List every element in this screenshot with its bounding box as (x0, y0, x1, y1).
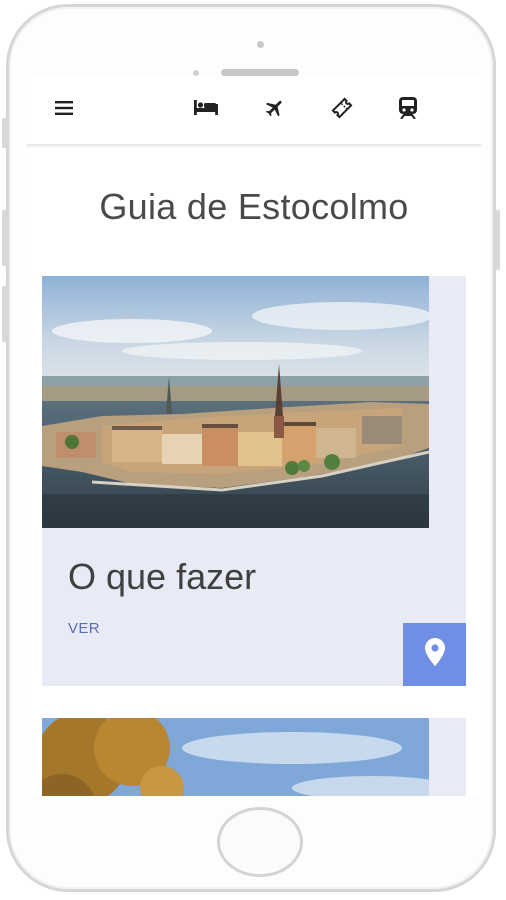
train-icon[interactable] (394, 94, 422, 122)
location-pin-icon (424, 638, 445, 671)
phone-side-button (2, 118, 7, 148)
phone-volume-down (2, 286, 7, 342)
phone-volume-up (2, 210, 7, 266)
app-screen: Guia de Estocolmo O que fazer VER (26, 76, 482, 796)
home-button[interactable] (217, 807, 303, 877)
card-o-que-fazer[interactable]: O que fazer VER (42, 276, 466, 686)
hamburger-menu-icon[interactable] (50, 94, 78, 122)
earpiece-speaker (221, 69, 299, 76)
card-title: O que fazer (68, 556, 257, 597)
top-app-bar (26, 76, 482, 144)
stockholm-aerial-photo (42, 276, 429, 528)
ver-link[interactable]: VER (68, 620, 100, 637)
map-pin-button[interactable] (403, 623, 466, 686)
ticket-icon[interactable] (328, 94, 356, 122)
page-title: Guia de Estocolmo (99, 186, 409, 227)
card-second[interactable] (42, 718, 466, 796)
airplane-icon[interactable] (261, 94, 289, 122)
front-camera (257, 41, 264, 48)
bed-icon[interactable] (192, 94, 220, 122)
autumn-tree-building-photo (42, 718, 429, 796)
phone-power-button (495, 210, 500, 270)
